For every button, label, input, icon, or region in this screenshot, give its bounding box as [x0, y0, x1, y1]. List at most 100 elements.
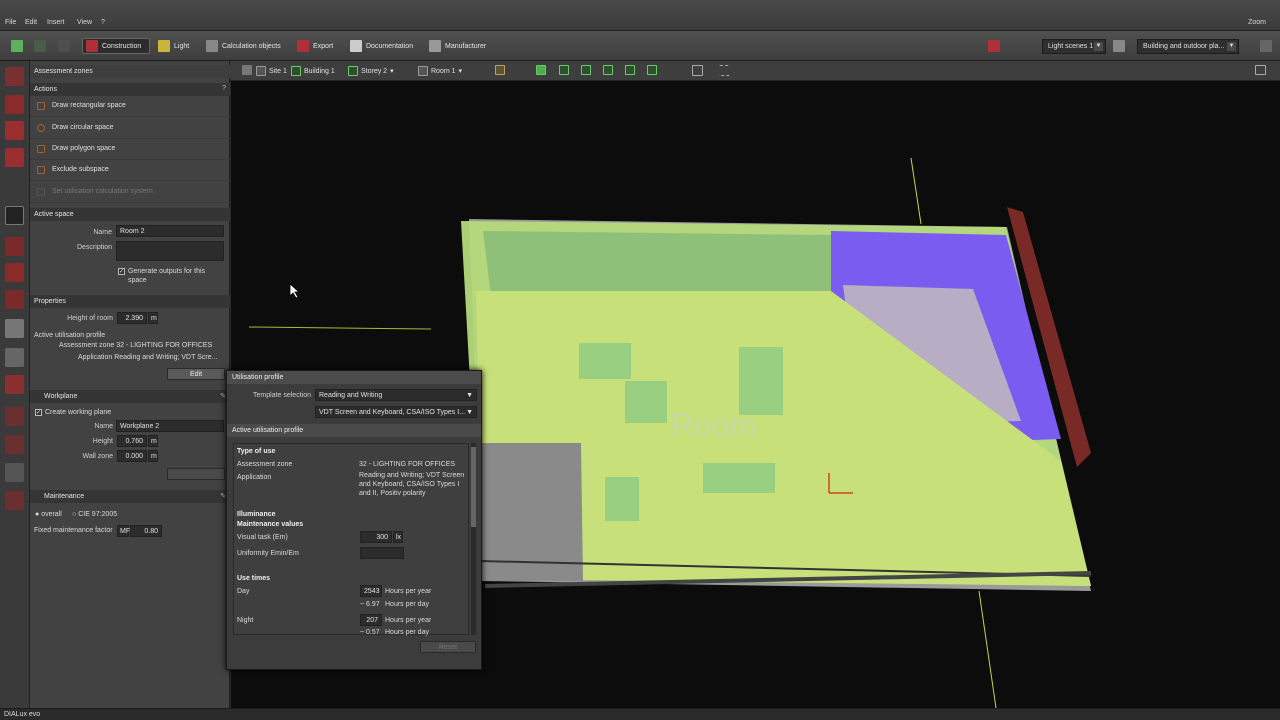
redo-icon[interactable] — [58, 40, 70, 52]
fixed-maintenance-label: Fixed maintenance factor — [34, 527, 113, 534]
day-hours-input[interactable]: 2543 — [360, 585, 382, 597]
building-plan-select[interactable]: Building and outdoor pla... ▼ — [1137, 39, 1239, 54]
create-workplane-checkbox[interactable]: ✓ — [35, 409, 42, 416]
room-tool-icon[interactable] — [5, 206, 24, 225]
menu-edit[interactable]: Edit — [25, 19, 37, 26]
crumb-building[interactable]: Building 1 — [291, 65, 335, 77]
calculation-icon — [206, 40, 218, 52]
assessment-zone-value: 32 - LIGHTING FOR OFFICES — [359, 461, 456, 468]
expand-icon[interactable] — [1260, 40, 1272, 52]
menu-view[interactable]: View — [77, 19, 92, 26]
visual-task-input[interactable]: 300 — [360, 531, 392, 543]
assessment-zone-tool-icon[interactable] — [5, 67, 24, 86]
window-tool-icon[interactable] — [5, 463, 24, 482]
view-wire-icon[interactable] — [647, 65, 657, 75]
menu-file[interactable]: File — [5, 19, 16, 26]
uniformity-select[interactable] — [360, 547, 404, 559]
section-icon[interactable] — [719, 65, 730, 76]
action-draw-polygon[interactable]: Draw polygon space — [30, 139, 230, 160]
description-input[interactable] — [116, 241, 224, 261]
type-of-use-heading: Type of use — [237, 448, 276, 455]
lux-unit: lx — [393, 531, 403, 543]
workplane-height-input[interactable]: 0.760 — [117, 435, 147, 447]
night-hours-input[interactable]: 207 — [360, 614, 382, 626]
storey-icon — [348, 66, 358, 76]
tab-export[interactable]: Export — [294, 38, 336, 54]
tab-manufacturer[interactable]: Manufacturer — [426, 38, 489, 54]
view-ceiling-icon[interactable] — [603, 65, 613, 75]
tab-light[interactable]: Light — [155, 38, 192, 54]
storey-tool-icon[interactable] — [5, 237, 24, 256]
workplane-apply-button[interactable] — [167, 468, 225, 480]
roof-tool-icon[interactable] — [5, 263, 24, 282]
action-exclude-subspace[interactable]: Exclude subspace — [30, 160, 230, 181]
menu-bar: File Edit Insert View ? Zoom — [0, 0, 1280, 31]
action-draw-circular[interactable]: Draw circular space — [30, 118, 230, 139]
light-scenes-select[interactable]: Light scenes 1 ▼ — [1042, 39, 1106, 54]
generate-outputs-checkbox[interactable]: ✓ — [118, 268, 125, 275]
mf-input[interactable]: 0.80 — [130, 525, 162, 537]
crumb-room[interactable]: Room 1 ▾ — [418, 65, 462, 77]
monitor-icon[interactable] — [1113, 40, 1125, 52]
tab-documentation[interactable]: Documentation — [347, 38, 416, 54]
view-solid-icon[interactable] — [536, 65, 546, 75]
template-select[interactable]: Reading and Writing ▼ — [315, 389, 477, 401]
action-draw-rectangular[interactable]: Draw rectangular space — [30, 96, 230, 117]
chevron-down-icon[interactable]: ▾ — [390, 67, 394, 75]
action-set-utilisation[interactable]: Set utilisation calculation system — [30, 182, 230, 203]
view-breadcrumb-bar: Site 1 Building 1 Storey 2 ▾ Room 1 ▾ — [230, 61, 1280, 81]
cie-radio[interactable]: ○ CIE 97:2005 — [72, 511, 117, 518]
save-icon[interactable] — [11, 40, 23, 52]
monitor-icon[interactable] — [1255, 65, 1266, 75]
crumb-site[interactable]: Site 1 — [256, 65, 287, 77]
zoom-label[interactable]: Zoom — [1248, 19, 1266, 26]
export-icon — [297, 40, 309, 52]
corridor-floor — [481, 443, 583, 581]
fit-view-icon[interactable] — [692, 65, 703, 76]
wall-zone-input[interactable]: 0.000 — [117, 450, 147, 462]
uniformity-label: Uniformity Emin/Em — [237, 550, 299, 557]
view-floor-icon[interactable] — [559, 65, 569, 75]
menu-help[interactable]: ? — [101, 19, 105, 26]
workplane-name-input[interactable]: Workplane 2 — [116, 420, 224, 432]
template-selection-label: Template selection — [253, 392, 311, 399]
measure-tool-icon[interactable] — [5, 407, 24, 426]
space-name-input[interactable]: Room 2 — [116, 225, 224, 237]
generate-outputs-label: Generate outputs for this space — [128, 268, 206, 284]
room-icon — [418, 66, 428, 76]
view-walls-icon[interactable] — [581, 65, 591, 75]
building-tool-icon[interactable] — [5, 95, 24, 114]
crumb-storey[interactable]: Storey 2 ▾ — [348, 65, 394, 77]
view-box-icon[interactable] — [625, 65, 635, 75]
material-tool-icon[interactable] — [5, 375, 24, 394]
night-approx: ~ 0.57 — [360, 629, 380, 636]
select-mode-icon[interactable] — [495, 65, 505, 75]
reset-button[interactable]: Reset — [420, 641, 476, 653]
edit-button[interactable]: Edit — [167, 368, 225, 380]
tab-calculation-objects[interactable]: Calculation objects — [203, 38, 284, 54]
tab-construction[interactable]: Construction — [82, 38, 150, 54]
furniture-tool-icon[interactable] — [5, 319, 24, 338]
overall-radio[interactable]: ● overall — [35, 511, 62, 518]
night-label: Night — [237, 617, 254, 624]
wall-tool-icon[interactable] — [5, 121, 24, 140]
app-name: DIALux evo — [4, 711, 41, 718]
ceiling-tool-icon[interactable] — [5, 290, 24, 309]
stair-tool-icon[interactable] — [5, 348, 24, 367]
help-icon[interactable]: ? — [222, 85, 226, 92]
light-scene-icon[interactable] — [988, 40, 1000, 52]
door-tool-icon[interactable] — [5, 148, 24, 167]
dimension-tool-icon[interactable] — [5, 435, 24, 454]
chevron-down-icon: ▼ — [1094, 42, 1103, 51]
template-subselect[interactable]: VDT Screen and Keyboard, CSA/ISO Types I… — [315, 406, 477, 418]
align-tool-icon[interactable] — [5, 491, 24, 510]
undo-icon[interactable] — [34, 40, 46, 52]
chevron-down-icon[interactable]: ▾ — [459, 67, 463, 75]
name-label: Name — [93, 229, 112, 236]
dialog-scrollbar[interactable] — [471, 443, 476, 635]
rectangle-icon — [37, 102, 45, 110]
menu-insert[interactable]: Insert — [47, 19, 65, 26]
height-of-room-input[interactable]: 2.390 — [117, 312, 147, 324]
illuminance-heading: Illuminance — [237, 511, 276, 518]
assessment-zone-line: Assessment zone 32 - LIGHTING FOR OFFICE… — [59, 342, 213, 349]
